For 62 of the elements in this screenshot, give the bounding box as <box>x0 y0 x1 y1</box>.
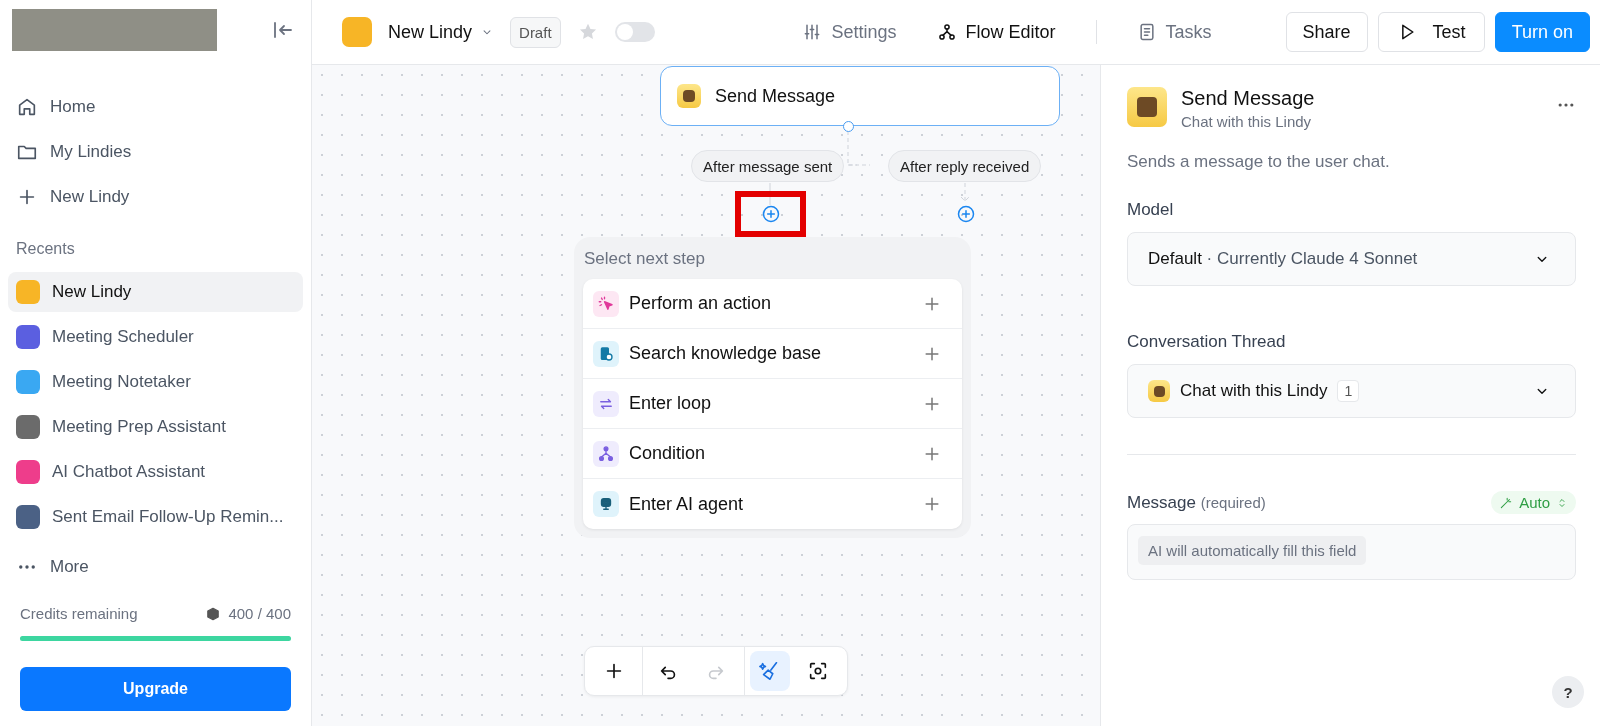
more-item[interactable]: More <box>8 544 303 589</box>
panel-title: Send Message <box>1181 87 1316 110</box>
section-title: Recents <box>15 239 76 259</box>
branch-label: After message sent <box>691 150 845 182</box>
menu-item[interactable]: Perform an action <box>583 279 962 329</box>
credits-label: Credits remaining <box>20 605 139 622</box>
count-badge: 1 <box>1337 380 1360 402</box>
tab[interactable]: Settings <box>782 21 917 43</box>
status-badge: Draft <box>510 16 561 48</box>
toggle-switch[interactable] <box>614 22 655 42</box>
branch-icon <box>593 440 619 467</box>
app-icon <box>342 17 372 47</box>
focus-icon <box>807 660 829 682</box>
tab[interactable]: Tasks <box>1116 21 1232 43</box>
recent-item[interactable]: Meeting Notetaker <box>8 362 303 402</box>
recent-item[interactable]: AI Chatbot Assistant <box>8 452 303 492</box>
credits-value: 400 / 400 <box>228 605 291 622</box>
magic-wand-icon <box>1499 495 1514 510</box>
field-label: Message (required) <box>1127 492 1266 513</box>
tab[interactable]: Flow Editor <box>916 21 1076 43</box>
recent-item[interactable]: Sent Email Follow-Up Remin... <box>8 497 303 537</box>
message-field[interactable]: AI will automatically fill this field <box>1127 524 1576 580</box>
recent-item[interactable]: New Lindy <box>8 272 303 312</box>
upgrade-button[interactable]: Upgrade <box>20 667 291 711</box>
book-search-icon <box>593 340 619 367</box>
menu-title: Select next step <box>583 248 706 270</box>
model-select[interactable]: Default · Currently Claude 4 Sonnet <box>1127 232 1576 286</box>
recent-item[interactable]: Meeting Scheduler <box>8 317 303 357</box>
title-dropdown[interactable]: New Lindy <box>388 21 495 43</box>
cursor-click-icon <box>593 290 619 317</box>
loop-arrows-icon <box>593 390 619 417</box>
thread-select[interactable]: Chat with this Lindy 1 <box>1127 364 1576 418</box>
add-step-icon[interactable] <box>955 204 976 224</box>
more-icon <box>19 564 35 569</box>
test-button[interactable]: Test <box>1377 12 1485 52</box>
help-button[interactable]: ? <box>1552 676 1584 708</box>
connector-dot <box>843 121 854 132</box>
message-icon <box>677 84 701 108</box>
message-icon <box>1148 380 1170 402</box>
flow-icon <box>936 22 957 42</box>
panel-description: Sends a message to the user chat. <box>1127 152 1391 172</box>
hexagon-icon <box>206 606 221 621</box>
branch-label: After reply received <box>888 150 1042 182</box>
nav-item[interactable]: Home <box>8 84 303 129</box>
field-label: Model <box>1127 200 1175 220</box>
menu-item[interactable]: Condition <box>583 429 962 479</box>
add-step-icon[interactable] <box>760 204 781 224</box>
nav-item[interactable]: New Lindy <box>8 174 303 219</box>
panel-subtitle: Chat with this Lindy <box>1181 113 1313 130</box>
menu-item[interactable]: Enter loop <box>583 379 962 429</box>
up-down-chevron-icon <box>1556 496 1568 509</box>
share-button[interactable]: Share <box>1285 12 1368 52</box>
menu-item[interactable]: Enter AI agent <box>583 479 962 529</box>
robot-icon <box>593 491 619 517</box>
recent-item[interactable]: Meeting Prep Assistant <box>8 407 303 447</box>
menu-item[interactable]: Search knowledge base <box>583 329 962 379</box>
flow-node[interactable]: Send Message <box>660 66 1060 126</box>
select-value: Chat with this Lindy <box>1180 381 1328 401</box>
field-label: Conversation Thread <box>1127 332 1287 352</box>
message-icon <box>1127 87 1167 127</box>
nav-item[interactable]: My Lindies <box>8 129 303 174</box>
placeholder-chip: AI will automatically fill this field <box>1138 536 1367 565</box>
